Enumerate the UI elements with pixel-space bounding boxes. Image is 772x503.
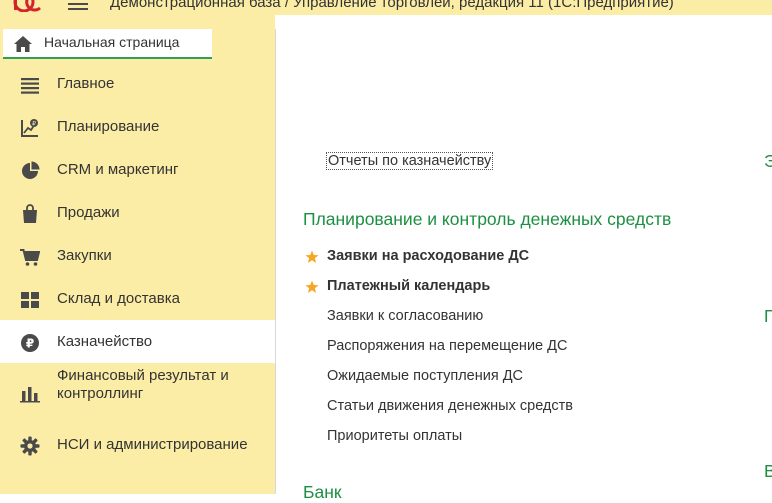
- ruble-icon: ₽: [21, 334, 39, 352]
- sidebar-item-label: Главное: [57, 75, 115, 92]
- warehouse-grid-icon: [21, 292, 39, 308]
- link-transfer-orders[interactable]: Распоряжения на перемещение ДС: [327, 338, 567, 354]
- sidebar-item-label: Склад и доставка: [57, 290, 180, 307]
- sidebar-item-treasury[interactable]: ₽ Казначейство: [0, 320, 275, 363]
- treasury-reports-link[interactable]: Отчеты по казначейству: [326, 152, 494, 170]
- sidebar-item-crm-marketing[interactable]: CRM и маркетинг: [0, 148, 275, 191]
- link-payment-priorities[interactable]: Приоритеты оплаты: [327, 428, 462, 444]
- pie-chart-icon: [22, 161, 40, 179]
- cart-icon: [20, 249, 40, 266]
- link-expense-requests[interactable]: Заявки на расходование ДС: [327, 248, 529, 264]
- link-payment-calendar[interactable]: Платежный календарь: [327, 278, 490, 294]
- svg-text:₽: ₽: [26, 337, 34, 351]
- app-title: Демонстрационная база / Управление торго…: [110, 0, 674, 11]
- sidebar-item-label: Казначейство: [57, 333, 153, 350]
- gear-icon: [20, 436, 40, 456]
- sidebar-item-label: Закупки: [57, 247, 112, 264]
- title-bar: Демонстрационная база / Управление торго…: [0, 0, 772, 15]
- group-title-partial-right-2: П: [764, 306, 772, 326]
- sidebar-item-label: Финансовый результат и контроллинг: [57, 367, 229, 402]
- sidebar-item-sales[interactable]: Продажи: [0, 191, 275, 234]
- sidebar-item-label: Продажи: [57, 204, 120, 221]
- sections-panel: Главное ₽ Планирование CRM и маркетинг П…: [0, 62, 275, 494]
- list-icon: [21, 78, 39, 94]
- main-menu-button[interactable]: [68, 0, 88, 12]
- sidebar-item-financial-result[interactable]: Финансовый результат и контроллинг: [0, 363, 275, 423]
- sidebar-item-main[interactable]: Главное: [0, 62, 275, 105]
- group-title-partial-right-1: Э: [764, 151, 772, 171]
- shopping-bag-icon: [23, 204, 37, 223]
- sidebar-item-label: НСИ и администрирование: [57, 436, 248, 453]
- sidebar-item-planning[interactable]: ₽ Планирование: [0, 105, 275, 148]
- favorite-star-icon: [305, 280, 319, 293]
- sidebar-item-label: Планирование: [57, 118, 160, 135]
- sidebar-item-purchases[interactable]: Закупки: [0, 234, 275, 277]
- group-title-cash-planning: Планирование и контроль денежных средств: [303, 209, 672, 229]
- sidebar-item-label: CRM и маркетинг: [57, 161, 179, 178]
- 1c-logo-icon: [13, 0, 41, 12]
- favorite-star-icon: [305, 250, 319, 263]
- bar-chart-icon: [20, 387, 40, 403]
- link-cash-flow-items[interactable]: Статьи движения денежных средств: [327, 398, 573, 414]
- sidebar-item-nsi-administration[interactable]: НСИ и администрирование: [0, 423, 275, 466]
- group-title-bank-partial: Банк: [303, 482, 342, 502]
- home-icon: [14, 36, 32, 52]
- link-requests-for-approval[interactable]: Заявки к согласованию: [327, 308, 483, 324]
- planning-icon: ₽: [21, 119, 38, 137]
- home-tab-label: Начальная страница: [44, 34, 180, 50]
- tab-home-page[interactable]: Начальная страница: [3, 29, 212, 59]
- sidebar-item-warehouse-delivery[interactable]: Склад и доставка: [0, 277, 275, 320]
- svg-text:₽: ₽: [32, 121, 36, 128]
- link-expected-receipts[interactable]: Ожидаемые поступления ДС: [327, 368, 523, 384]
- group-title-partial-right-3: В: [764, 461, 772, 481]
